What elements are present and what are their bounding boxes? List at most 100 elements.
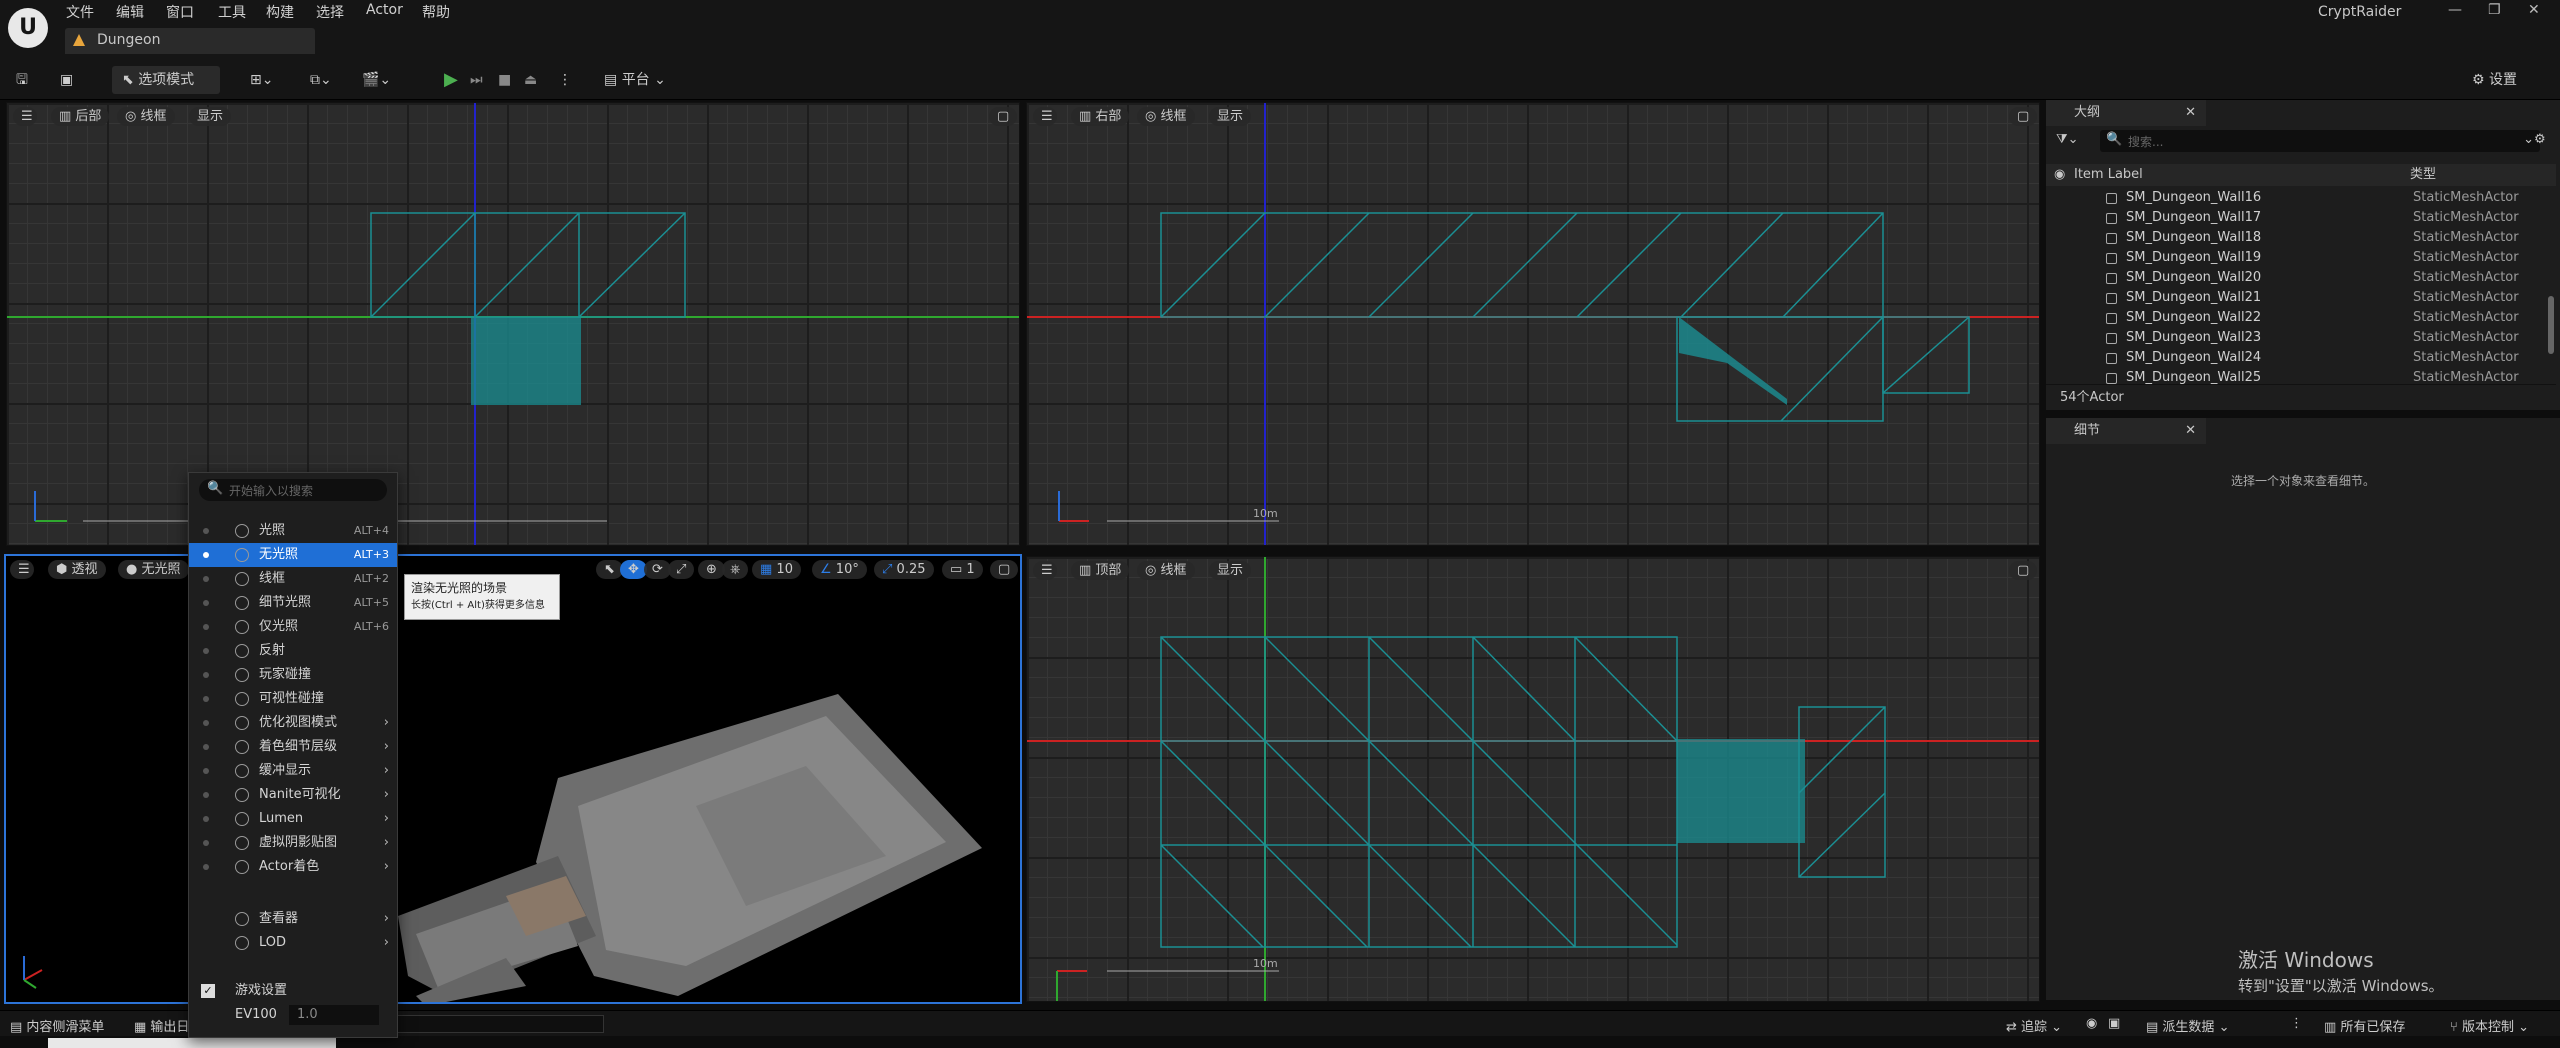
view-type-perspective[interactable]: ⬢ 透视 xyxy=(48,560,106,579)
outliner-row[interactable]: SM_Dungeon_Wall19 StaticMeshActor xyxy=(2046,248,2556,268)
menu-item-viewmode[interactable]: 反射 xyxy=(189,639,397,663)
derived-data-button[interactable]: ▤ 派生数据 ⌄ xyxy=(2146,1016,2229,1035)
menu-item-viewmode[interactable]: 缓冲显示 › xyxy=(189,759,397,783)
content-drawer-button[interactable]: ▤ 内容侧滑菜单 xyxy=(10,1016,104,1035)
camera-icon[interactable]: ▣ xyxy=(2108,1016,2120,1031)
view-mode-wireframe[interactable]: ◎ 线框 xyxy=(117,107,175,126)
show-menu-button[interactable]: 显示 xyxy=(1209,107,1252,126)
browse-icon[interactable]: ▣ xyxy=(60,66,73,94)
outliner-row[interactable]: SM_Dungeon_Wall23 StaticMeshActor xyxy=(2046,328,2556,348)
output-log-button[interactable]: ▦ 输出日 xyxy=(134,1016,189,1035)
eye-icon[interactable]: ◉ xyxy=(2054,164,2065,186)
menu-item-viewmode[interactable]: 无光照 ALT+3 xyxy=(189,543,397,567)
close-tab-icon[interactable]: ✕ xyxy=(2185,100,2196,126)
outliner-tab[interactable]: 大纲 ✕ xyxy=(2046,100,2206,126)
checkbox-checked-icon[interactable]: ✓ xyxy=(201,984,215,998)
viewport-back[interactable]: ☰ ▥ 后部 ◎ 线框 显示 ▢ xyxy=(6,102,1020,546)
menu-item-viewmode[interactable]: 玩家碰撞 xyxy=(189,663,397,687)
menu-build[interactable]: 构建 xyxy=(266,2,294,22)
eject-icon[interactable]: ⏏ xyxy=(524,66,537,94)
outliner-row[interactable]: SM_Dungeon_Wall20 StaticMeshActor xyxy=(2046,268,2556,288)
menu-item-viewmode[interactable]: 仅光照 ALT+6 xyxy=(189,615,397,639)
stop-icon[interactable]: ■ xyxy=(498,66,511,94)
outliner-search-input[interactable]: 🔍 搜索... ⌄ xyxy=(2100,130,2540,152)
menu-select[interactable]: 选择 xyxy=(316,2,344,22)
select-mode-dropdown[interactable]: ⬉ 选项模式 ⌄ xyxy=(112,66,220,116)
menu-actor[interactable]: Actor xyxy=(366,2,403,18)
outliner-row[interactable]: SM_Dungeon_Wall16 StaticMeshActor xyxy=(2046,188,2556,208)
grid-snap-button[interactable]: ▦ 10 xyxy=(752,560,801,579)
scale-tool-icon[interactable]: ⤢ xyxy=(668,560,695,579)
save-icon[interactable]: 🖫 xyxy=(16,66,28,94)
blueprint-icon[interactable]: ⧉⌄ xyxy=(310,66,332,94)
show-menu-button[interactable]: 显示 xyxy=(1209,561,1252,580)
menu-item-lod[interactable]: LOD › xyxy=(189,931,397,955)
view-mode-wireframe[interactable]: ◎ 线框 xyxy=(1137,107,1195,126)
platform-dropdown[interactable]: ▤ 平台 ⌄ xyxy=(604,66,666,94)
step-icon[interactable]: ⏭ xyxy=(470,66,483,94)
scale-snap-button[interactable]: ⤢ 0.25 xyxy=(874,560,934,579)
filter-icon[interactable]: ⧩⌄ xyxy=(2056,132,2079,147)
hamburger-icon[interactable]: ☰ xyxy=(1033,561,1057,580)
record-icon[interactable]: ◉ xyxy=(2086,1016,2097,1031)
view-mode-wireframe[interactable]: ◎ 线框 xyxy=(1137,561,1195,580)
menu-search-input[interactable]: 🔍 开始输入以搜索 xyxy=(199,479,387,501)
source-icon[interactable]: ⋮ xyxy=(2290,1016,2303,1031)
hamburger-icon[interactable]: ☰ xyxy=(13,107,37,126)
outliner-row[interactable]: SM_Dungeon_Wall22 StaticMeshActor xyxy=(2046,308,2556,328)
rotate-tool-icon[interactable]: ⟳ xyxy=(644,560,671,579)
view-type-back[interactable]: ▥ 后部 xyxy=(51,107,110,126)
menu-item-viewmode[interactable]: 优化视图模式 › xyxy=(189,711,397,735)
menu-item-viewmode[interactable]: 细节光照 ALT+5 xyxy=(189,591,397,615)
source-control-button[interactable]: ⑂ 版本控制 ⌄ xyxy=(2450,1016,2529,1035)
col-type[interactable]: 类型 xyxy=(2410,164,2436,186)
maximize-viewport-icon[interactable]: ▢ xyxy=(989,107,1018,126)
menu-tools[interactable]: 工具 xyxy=(218,2,246,22)
play-icon[interactable]: ▶ xyxy=(444,66,458,94)
view-mode-unlit[interactable]: ● 无光照 xyxy=(118,560,189,579)
outliner-row[interactable]: SM_Dungeon_Wall17 StaticMeshActor xyxy=(2046,208,2556,228)
console-input[interactable] xyxy=(392,1015,604,1033)
maximize-viewport-icon[interactable]: ▢ xyxy=(2009,107,2038,126)
outliner-row[interactable]: SM_Dungeon_Wall24 StaticMeshActor xyxy=(2046,348,2556,368)
menu-item-viewmode[interactable]: 着色细节层级 › xyxy=(189,735,397,759)
menu-help[interactable]: 帮助 xyxy=(422,2,450,22)
menu-item-viewmode[interactable]: 虚拟阴影贴图 › xyxy=(189,831,397,855)
world-space-icon[interactable]: ⊕ xyxy=(698,560,725,579)
settings-gear-icon[interactable]: ⚙ xyxy=(2534,132,2546,147)
unreal-logo-icon[interactable]: U xyxy=(8,8,48,48)
outliner-row[interactable]: SM_Dungeon_Wall21 StaticMeshActor xyxy=(2046,288,2556,308)
close-icon[interactable]: ✕ xyxy=(2528,2,2540,18)
menu-item-viewmode[interactable]: Nanite可视化 › xyxy=(189,783,397,807)
col-item-label[interactable]: Item Label xyxy=(2074,164,2143,186)
level-tab[interactable]: Dungeon xyxy=(65,28,315,54)
trace-button[interactable]: ⇄ 追踪 ⌄ xyxy=(2006,1016,2062,1035)
outliner-scrollbar[interactable] xyxy=(2548,296,2554,354)
menu-item-viewmode[interactable]: 线框 ALT+2 xyxy=(189,567,397,591)
view-type-right[interactable]: ▥ 右部 xyxy=(1071,107,1130,126)
restore-icon[interactable]: ❐ xyxy=(2488,2,2501,18)
hamburger-icon[interactable]: ☰ xyxy=(10,560,34,579)
menu-item-viewers[interactable]: 查看器 › xyxy=(189,907,397,931)
settings-button[interactable]: ⚙ 设置 xyxy=(2472,66,2517,94)
menu-window[interactable]: 窗口 xyxy=(166,2,194,22)
view-type-top[interactable]: ▥ 顶部 xyxy=(1071,561,1130,580)
cinematics-icon[interactable]: 🎬⌄ xyxy=(362,66,391,94)
close-tab-icon[interactable]: ✕ xyxy=(2185,418,2196,444)
viewport-perspective[interactable]: ☰ ⬢ 透视 ● 无光照 ⬉ ✥ ⟳ ⤢ ⊕ ⎈ ▦ 10 ∠ 10° ⤢ 0.… xyxy=(4,554,1022,1004)
outliner-row[interactable]: SM_Dungeon_Wall18 StaticMeshActor xyxy=(2046,228,2556,248)
menu-file[interactable]: 文件 xyxy=(66,2,94,22)
show-menu-button[interactable]: 显示 xyxy=(189,107,232,126)
menu-item-game-settings[interactable]: ✓ 游戏设置 xyxy=(189,979,397,1003)
menu-item-viewmode[interactable]: Lumen › xyxy=(189,807,397,831)
minimize-icon[interactable]: — xyxy=(2448,2,2462,18)
ev100-input[interactable]: 1.0 xyxy=(289,1005,379,1025)
menu-edit[interactable]: 编辑 xyxy=(116,2,144,22)
menu-item-viewmode[interactable]: 光照 ALT+4 xyxy=(189,519,397,543)
maximize-viewport-icon[interactable]: ▢ xyxy=(990,560,1019,579)
all-saved-button[interactable]: ▥ 所有已保存 xyxy=(2324,1016,2405,1035)
surface-snap-icon[interactable]: ⎈ xyxy=(722,560,749,579)
hamburger-icon[interactable]: ☰ xyxy=(1033,107,1057,126)
camera-speed-button[interactable]: ▭ 1 xyxy=(942,560,983,579)
play-options-icon[interactable]: ⋮ xyxy=(558,66,572,94)
